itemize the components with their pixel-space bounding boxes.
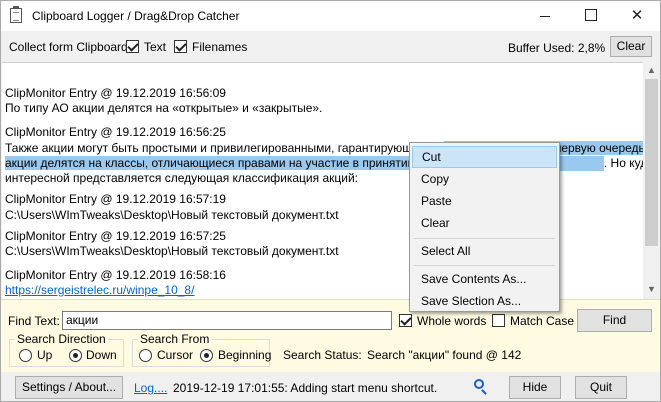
scrollbar-thumb[interactable] [645, 79, 658, 246]
log-entry-header: ClipMonitor Entry @ 19.12.2019 16:56:09 [5, 86, 226, 100]
scroll-down-icon[interactable]: ▼ [643, 281, 660, 298]
search-icon[interactable] [474, 379, 484, 389]
text-checkbox-label: Text [144, 40, 167, 54]
find-button[interactable]: Find [577, 309, 652, 332]
title-bar: Clipboard Logger / Drag&Drop Catcher ✕ [1, 1, 660, 31]
log-entry-text: C:\Users\WImTweaks\Desktop\Новый текстов… [5, 244, 339, 258]
from-cursor-label: Cursor [157, 348, 194, 362]
clipboard-icon [10, 6, 22, 23]
from-beginning-radio[interactable] [200, 349, 213, 362]
hide-button[interactable]: Hide [509, 376, 561, 399]
search-from-group: Search From Cursor Beginning [132, 332, 272, 367]
menu-separator [414, 238, 555, 239]
maximize-icon [585, 9, 597, 22]
clear-button[interactable]: Clear [610, 36, 652, 57]
log-text-part: Также акции могут быть простыми и привил… [5, 141, 444, 155]
find-text-label: Find Text: [8, 314, 60, 328]
menu-item-select-all[interactable]: Select All [412, 240, 557, 262]
buffer-used-status: Buffer Used: 2,8% [508, 41, 606, 55]
log-entry-text: C:\Users\WImTweaks\Desktop\Новый текстов… [5, 208, 339, 222]
log-entry-header: ClipMonitor Entry @ 19.12.2019 16:58:16 [5, 268, 226, 282]
log-entry-header: ClipMonitor Entry @ 19.12.2019 16:57:25 [5, 229, 226, 243]
vertical-scrollbar[interactable]: ▲ ▼ [643, 62, 660, 298]
direction-up-radio[interactable] [19, 349, 32, 362]
text-checkbox[interactable] [126, 40, 139, 53]
menu-item-copy[interactable]: Copy [412, 168, 557, 190]
close-icon: ✕ [630, 7, 644, 24]
app-window: Clipboard Logger / Drag&Drop Catcher ✕ C… [0, 0, 661, 402]
context-menu: Cut Copy Paste Clear Select All Save Con… [409, 142, 560, 312]
log-entry-text: По типу АО акции делятся на «открытые» и… [5, 101, 323, 115]
menu-item-cut[interactable]: Cut [412, 146, 557, 168]
log-link[interactable]: Log.... [134, 381, 167, 395]
quit-button[interactable]: Quit [575, 376, 627, 399]
menu-item-clear[interactable]: Clear [412, 212, 557, 234]
menu-item-save-contents[interactable]: Save Contents As... [412, 268, 557, 290]
direction-down-radio[interactable] [69, 349, 82, 362]
match-case-checkbox[interactable] [492, 314, 505, 327]
from-cursor-radio[interactable] [139, 349, 152, 362]
window-title: Clipboard Logger / Drag&Drop Catcher [32, 9, 240, 23]
direction-down-label: Down [86, 348, 117, 362]
match-case-label: Match Case [510, 314, 575, 328]
find-panel: Find Text: акции Whole words Match Case … [1, 299, 660, 372]
search-from-title: Search From [138, 332, 212, 346]
log-selected-text: акции делятся на классы, отличающиеся пр… [5, 156, 454, 170]
menu-item-save-selection[interactable]: Save Slection As... [412, 290, 557, 312]
search-direction-title: Search Direction [15, 332, 108, 346]
toolbar: Collect form Clipboard: Text Filenames B… [1, 31, 660, 61]
menu-item-paste[interactable]: Paste [412, 190, 557, 212]
scroll-up-icon[interactable]: ▲ [643, 62, 660, 79]
log-entry-text: интересной представляется следующая клас… [5, 171, 359, 185]
find-text-input[interactable]: акции [62, 311, 392, 330]
log-entry-link[interactable]: https://sergeistrelec.ru/winpe_10_8/ [5, 283, 194, 298]
status-message: 2019-12-19 17:01:55: Adding start menu s… [173, 381, 438, 395]
from-beginning-label: Beginning [218, 348, 272, 362]
whole-words-label: Whole words [417, 314, 487, 328]
close-button[interactable]: ✕ [614, 1, 660, 31]
maximize-button[interactable] [568, 1, 614, 31]
status-bar: Settings / About... Log.... 2019-12-19 1… [1, 372, 660, 401]
collect-label: Collect form Clipboard: [9, 40, 132, 54]
search-status-value: Search "акции" found @ 142 [367, 348, 522, 362]
log-text-part: . Но куда более [603, 156, 643, 170]
search-status-label: Search Status: [283, 348, 362, 362]
direction-up-label: Up [37, 348, 53, 362]
filenames-checkbox-label: Filenames [192, 40, 248, 54]
settings-about-button[interactable]: Settings / About... [15, 376, 123, 399]
log-entry-header: ClipMonitor Entry @ 19.12.2019 16:56:25 [5, 125, 226, 139]
search-direction-group: Search Direction Up Down [9, 332, 124, 367]
whole-words-checkbox[interactable] [399, 314, 412, 327]
log-entry-header: ClipMonitor Entry @ 19.12.2019 16:57:19 [5, 192, 226, 206]
minimize-button[interactable] [522, 1, 568, 31]
filenames-checkbox[interactable] [174, 40, 187, 53]
minimize-icon [540, 15, 550, 17]
menu-separator [414, 265, 555, 266]
